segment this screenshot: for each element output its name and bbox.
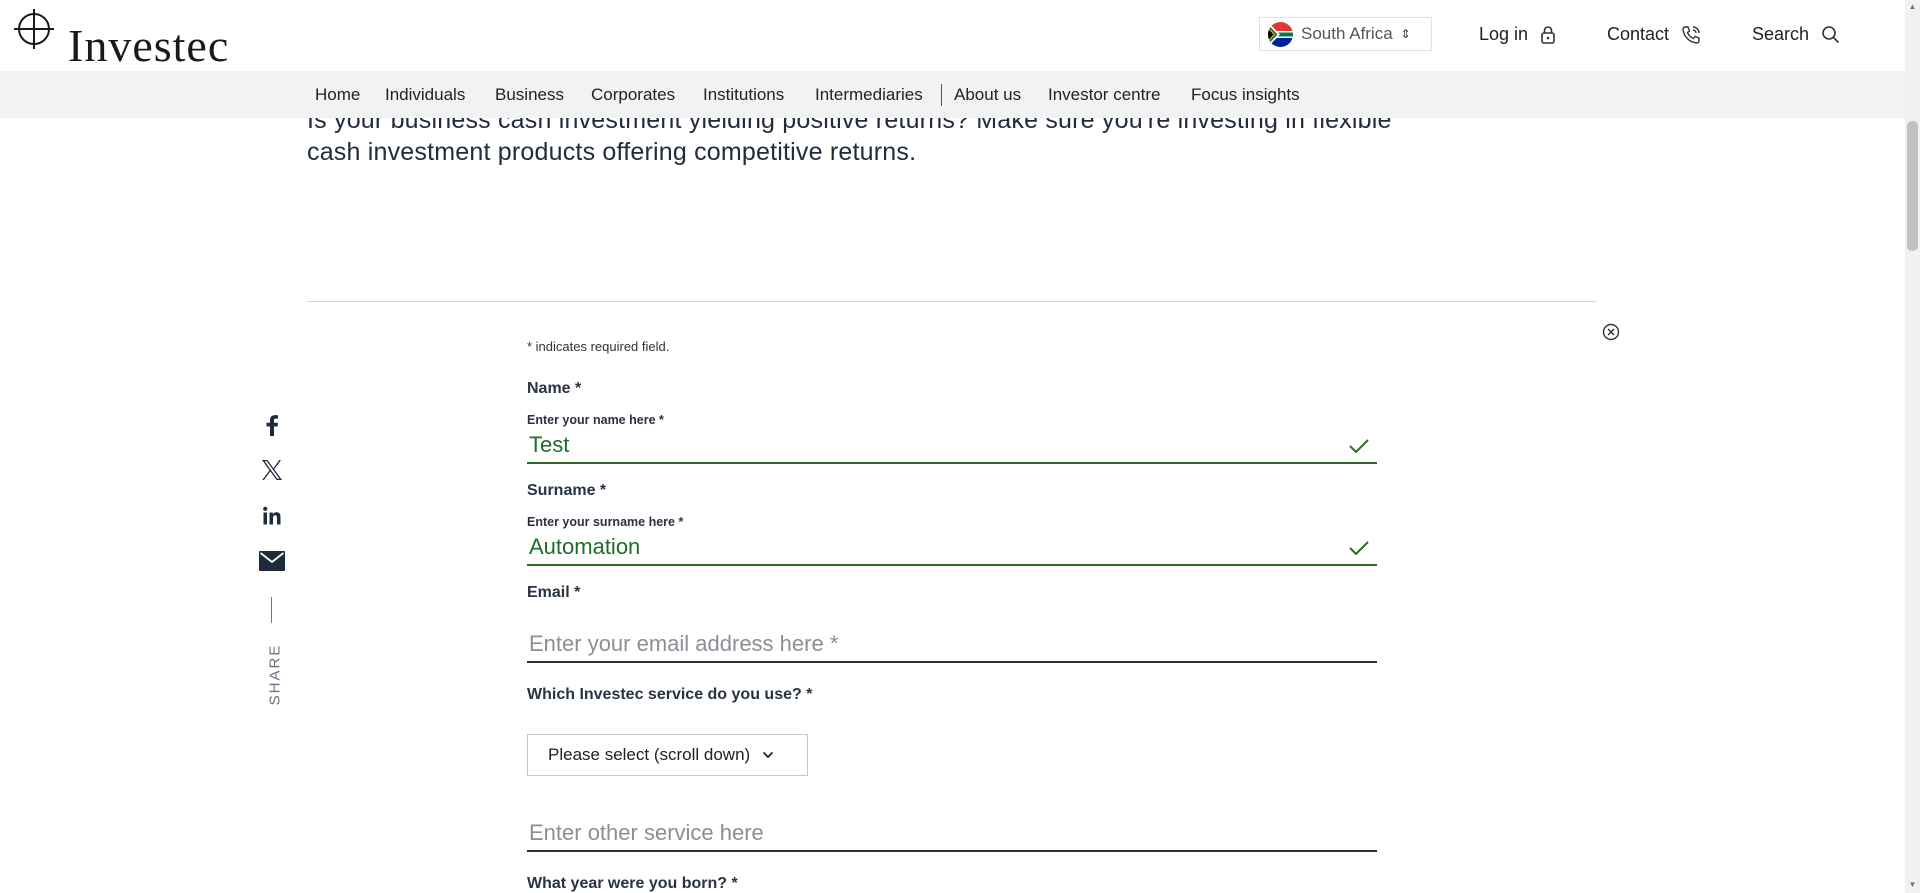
email-label: Email * [527, 584, 581, 601]
surname-label: Surname * [527, 482, 607, 499]
search-link[interactable]: Search [1752, 24, 1840, 45]
intro-text: Is your business cash investment yieldin… [307, 118, 1392, 166]
nav-item-business[interactable]: Business [495, 85, 564, 105]
email-icon [259, 551, 285, 571]
required-field-note: * indicates required field. [527, 339, 670, 354]
email-input[interactable] [527, 627, 1377, 663]
nav-item-investor-centre[interactable]: Investor centre [1048, 85, 1160, 105]
name-valid-check-icon [1349, 439, 1369, 454]
main-nav: Home Individuals Business Corporates Ins… [0, 71, 1905, 118]
share-label-text: SHARE [266, 643, 284, 706]
x-share-button[interactable] [258, 456, 286, 484]
email-share-button[interactable] [258, 547, 286, 575]
chevron-down-icon [763, 751, 774, 759]
facebook-share-button[interactable] [258, 411, 286, 439]
nav-item-individuals[interactable]: Individuals [385, 85, 465, 105]
country-selector[interactable]: South Africa ⇕ [1259, 17, 1432, 51]
nav-divider [941, 84, 942, 106]
south-africa-flag-icon [1268, 21, 1293, 47]
share-label: SHARE [258, 644, 286, 706]
contact-label: Contact [1607, 24, 1670, 44]
nav-item-home[interactable]: Home [315, 85, 360, 105]
x-icon [262, 460, 282, 480]
contact-link[interactable]: Contact [1607, 24, 1701, 45]
updown-chevron-icon: ⇕ [1400, 27, 1411, 41]
nav-item-focus-insights[interactable]: Focus insights [1191, 85, 1300, 105]
logo-text: Investec [68, 20, 230, 71]
share-divider [271, 597, 272, 623]
scrollbar-thumb[interactable] [1907, 121, 1918, 251]
facebook-icon [266, 415, 278, 436]
site-header: Investec South Africa ⇕ Log in Contact S… [0, 0, 1905, 71]
name-label: Name * [527, 380, 582, 397]
scroll-up-icon[interactable]: ▲ [1907, 2, 1918, 12]
intro-section: Is your business cash investment yieldin… [0, 118, 1905, 318]
scroll-down-icon[interactable]: ▼ [1907, 880, 1918, 890]
linkedin-icon [263, 506, 281, 525]
name-sublabel: Enter your name here * [527, 413, 664, 427]
login-link[interactable]: Log in [1479, 24, 1556, 45]
service-select[interactable]: Please select (scroll down) [527, 734, 808, 776]
nav-item-intermediaries[interactable]: Intermediaries [815, 85, 923, 105]
surname-input[interactable] [527, 530, 1377, 566]
search-icon [1822, 26, 1840, 44]
birth-year-label: What year were you born? * [527, 875, 738, 892]
service-label: Which Investec service do you use? * [527, 686, 813, 703]
phone-icon [1682, 25, 1700, 44]
surname-valid-check-icon [1349, 541, 1369, 556]
country-label: South Africa [1301, 24, 1393, 43]
search-label: Search [1752, 24, 1810, 44]
service-select-value: Please select (scroll down) [548, 745, 751, 764]
nav-item-about-us[interactable]: About us [954, 85, 1021, 105]
other-service-input[interactable] [527, 816, 1377, 852]
name-input[interactable] [527, 428, 1377, 464]
linkedin-share-button[interactable] [258, 502, 286, 530]
login-label: Log in [1479, 24, 1529, 44]
lock-icon [1541, 25, 1555, 44]
zebra-logo-icon [14, 9, 54, 49]
nav-item-institutions[interactable]: Institutions [703, 85, 784, 105]
close-form-icon[interactable] [1602, 323, 1620, 341]
nav-item-corporates[interactable]: Corporates [591, 85, 675, 105]
section-divider [307, 301, 1596, 302]
surname-sublabel: Enter your surname here * [527, 515, 684, 529]
